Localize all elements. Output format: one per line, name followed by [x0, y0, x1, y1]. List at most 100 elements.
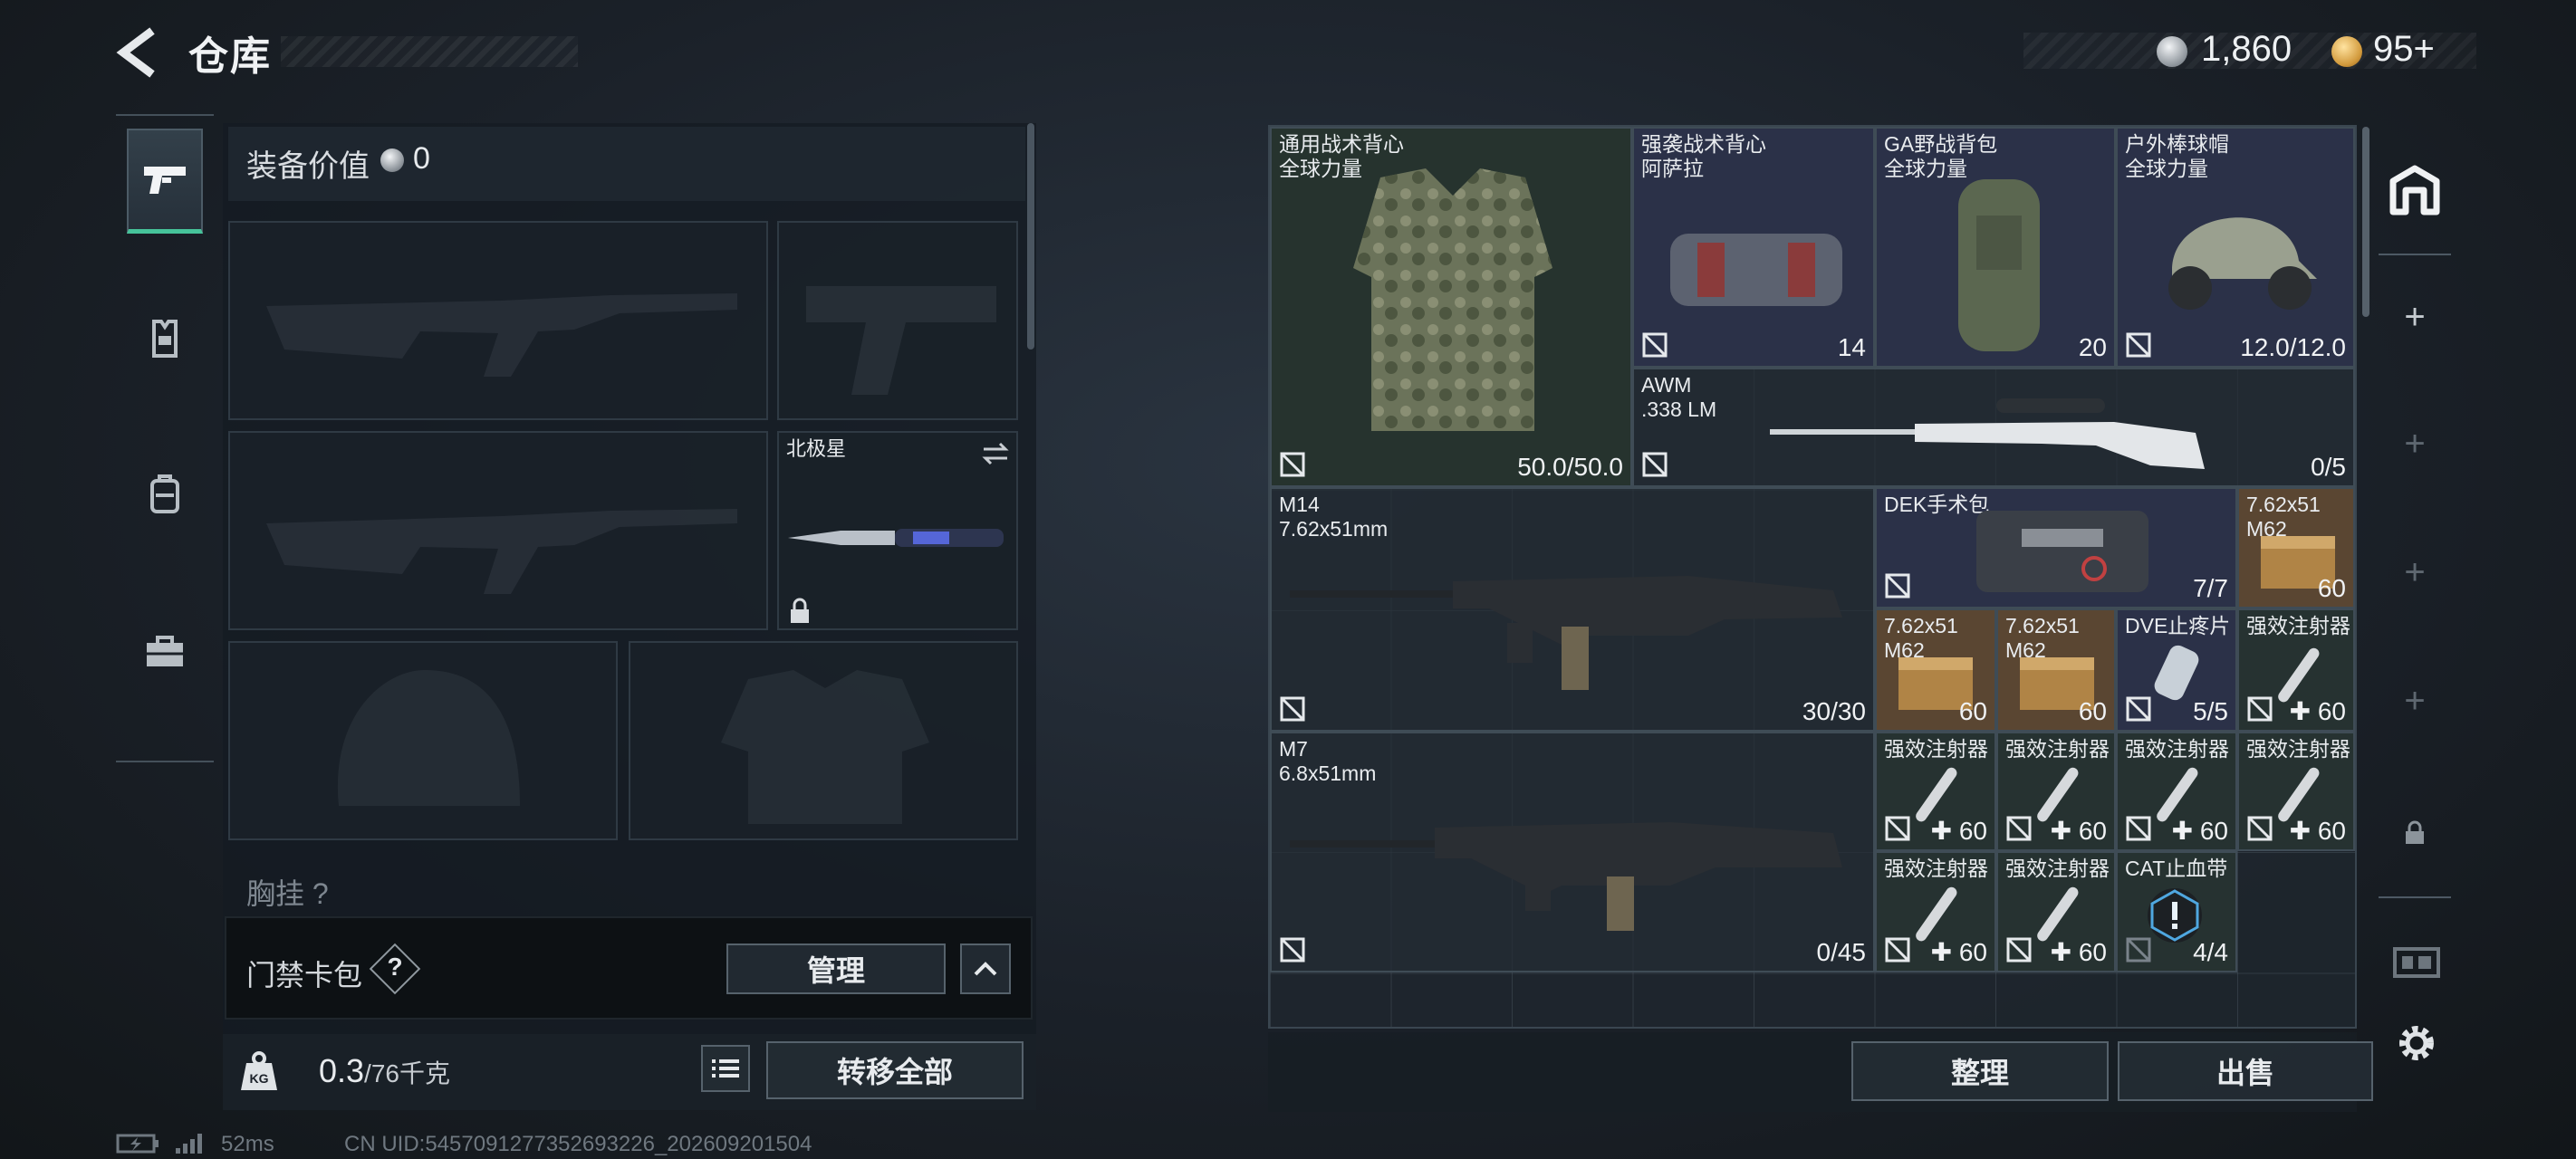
armor-slot[interactable] — [629, 641, 1018, 840]
storage-item[interactable]: 强效注射器 ✚ 60 — [1875, 732, 1996, 851]
help-icon[interactable]: ? — [377, 953, 413, 982]
item-name: M14 — [1279, 493, 1320, 516]
tab-weapons[interactable] — [127, 129, 203, 234]
item-count: 50.0/50.0 — [1517, 453, 1623, 481]
tab-gear[interactable] — [127, 286, 203, 391]
pistol-slot[interactable] — [777, 221, 1018, 420]
uid-readout: CN UID:5457091277352693226_202609201504 — [344, 1132, 812, 1156]
storage-item[interactable]: 强效注射器 ✚ 60 — [2237, 608, 2355, 732]
layout-icon[interactable] — [2391, 942, 2442, 982]
storage-item[interactable]: DVE止疼片 5/5 — [2116, 608, 2237, 732]
add-storage-page-button[interactable]: + — [2379, 424, 2451, 465]
back-button[interactable] — [116, 27, 161, 78]
secondary-weapon-slot[interactable] — [228, 431, 768, 630]
chevron-up-icon — [974, 962, 997, 976]
title-decoration — [281, 36, 578, 67]
list-icon — [712, 1059, 739, 1078]
item-name: 7.62x51 — [2005, 614, 2080, 637]
storage-item[interactable]: 通用战术背心 全球力量 50.0/50.0 — [1270, 127, 1632, 487]
storage-item[interactable]: DEK手术包 7/7 — [1875, 487, 2237, 608]
item-count: ✚ 60 — [2171, 817, 2228, 845]
storage-item[interactable]: 强效注射器 ✚ 60 — [1996, 851, 2116, 972]
storage-item[interactable]: 强效注射器 ✚ 60 — [2237, 732, 2355, 851]
tab-items[interactable] — [127, 599, 203, 704]
storage-tab-main[interactable] — [2379, 145, 2451, 235]
item-subtitle: 阿萨拉 — [1641, 157, 1704, 180]
equipment-value: 0 — [413, 141, 430, 176]
found-in-raid-icon — [1280, 937, 1305, 963]
tourniquet-icon — [2148, 888, 2202, 943]
equipment-scrollbar[interactable] — [1027, 123, 1034, 350]
swap-icon[interactable] — [980, 440, 1011, 467]
storage-item[interactable]: 7.62x51 M62 60 — [2237, 487, 2355, 608]
chest-rig-section-label: 胸挂 ? — [246, 877, 329, 910]
storage-scrollbar[interactable] — [2362, 127, 2369, 317]
manage-button[interactable]: 管理 — [726, 943, 946, 994]
expand-button[interactable] — [960, 943, 1011, 994]
item-name: 强效注射器 — [2246, 614, 2350, 637]
item-count: 14 — [1837, 333, 1866, 361]
item-name: 户外棒球帽 — [2125, 132, 2229, 156]
warehouse-icon — [2389, 165, 2440, 216]
knife-icon — [788, 529, 1004, 547]
settings-gear-icon[interactable] — [2395, 1021, 2438, 1065]
tab-backpack[interactable] — [127, 442, 203, 547]
storage-item[interactable]: 强袭战术背心 阿萨拉 14 — [1632, 127, 1875, 368]
found-in-raid-icon — [1280, 452, 1305, 477]
item-count-value: 60 — [2317, 697, 2346, 725]
rifle-icon — [1290, 822, 1842, 931]
transfer-all-button[interactable]: 转移全部 — [766, 1041, 1024, 1099]
item-count: 30/30 — [1802, 697, 1866, 725]
list-view-button[interactable] — [701, 1045, 750, 1092]
storage-item[interactable]: 强效注射器 ✚ 60 — [1996, 732, 2116, 851]
sniper-rifle-icon — [1770, 398, 2205, 469]
gold-currency-value[interactable]: 95+ — [2373, 29, 2435, 70]
found-in-raid-icon — [2126, 937, 2151, 963]
storage-item[interactable]: CAT止血带 4/4 — [2116, 851, 2237, 972]
battery-icon — [116, 1134, 159, 1154]
gold-coin-icon — [2331, 36, 2362, 67]
item-count: 0/45 — [1816, 938, 1867, 966]
add-storage-page-button[interactable]: + — [2379, 552, 2451, 593]
found-in-raid-icon — [1642, 332, 1668, 358]
item-name: M7 — [1279, 737, 1308, 761]
storage-item[interactable]: GA野战背包 全球力量 20 — [1875, 127, 2116, 368]
weight-icon: KG — [241, 1051, 277, 1090]
item-name: 强袭战术背心 — [1641, 132, 1766, 156]
found-in-raid-icon — [2247, 816, 2273, 841]
found-in-raid-icon — [1280, 696, 1305, 722]
armor-silhouette-icon — [721, 670, 929, 824]
item-name: 强效注射器 — [2005, 737, 2110, 761]
item-name: AWM — [1641, 373, 1692, 397]
silver-coin-icon — [2157, 36, 2187, 67]
weight-capacity: /76千克 — [364, 1059, 450, 1087]
storage-item[interactable]: M14 7.62x51mm 30/30 — [1270, 487, 1875, 732]
item-count-value: 60 — [2078, 938, 2107, 966]
sell-button[interactable]: 出售 — [2118, 1041, 2373, 1101]
add-storage-page-button[interactable]: + — [2379, 681, 2451, 722]
storage-item[interactable]: 7.62x51 M62 60 — [1875, 608, 1996, 732]
lock-icon — [791, 598, 809, 623]
briefcase-icon — [147, 636, 183, 666]
primary-weapon-slot[interactable] — [228, 221, 768, 420]
storage-item[interactable]: 强效注射器 ✚ 60 — [2116, 732, 2237, 851]
add-storage-page-button[interactable]: + — [2379, 297, 2451, 338]
item-name: DVE止疼片 — [2125, 614, 2231, 637]
surgical-kit-icon — [1976, 511, 2148, 592]
silver-currency-value: 1,860 — [2201, 29, 2292, 69]
storage-item[interactable]: M7 6.8x51mm 0/45 — [1270, 732, 1875, 972]
weight-readout: 0.3/76千克 — [319, 1052, 450, 1090]
helmet-slot[interactable] — [228, 641, 618, 840]
item-count: 7/7 — [2193, 574, 2228, 602]
storage-item[interactable]: 7.62x51 M62 60 — [1996, 608, 2116, 732]
tactical-vest-icon — [1353, 168, 1552, 431]
storage-item[interactable]: 户外棒球帽 全球力量 12.0/12.0 — [2116, 127, 2355, 368]
melee-slot[interactable]: 北极星 — [777, 431, 1018, 630]
helmet-silhouette-icon — [337, 670, 520, 806]
found-in-raid-icon — [1885, 937, 1910, 963]
storage-item[interactable]: AWM .338 LM 0/5 — [1632, 368, 2355, 487]
sort-button[interactable]: 整理 — [1851, 1041, 2109, 1101]
storage-item[interactable]: 强效注射器 ✚ 60 — [1875, 851, 1996, 972]
item-name: 强效注射器 — [1884, 857, 1988, 880]
melee-name: 北极星 — [786, 437, 847, 460]
